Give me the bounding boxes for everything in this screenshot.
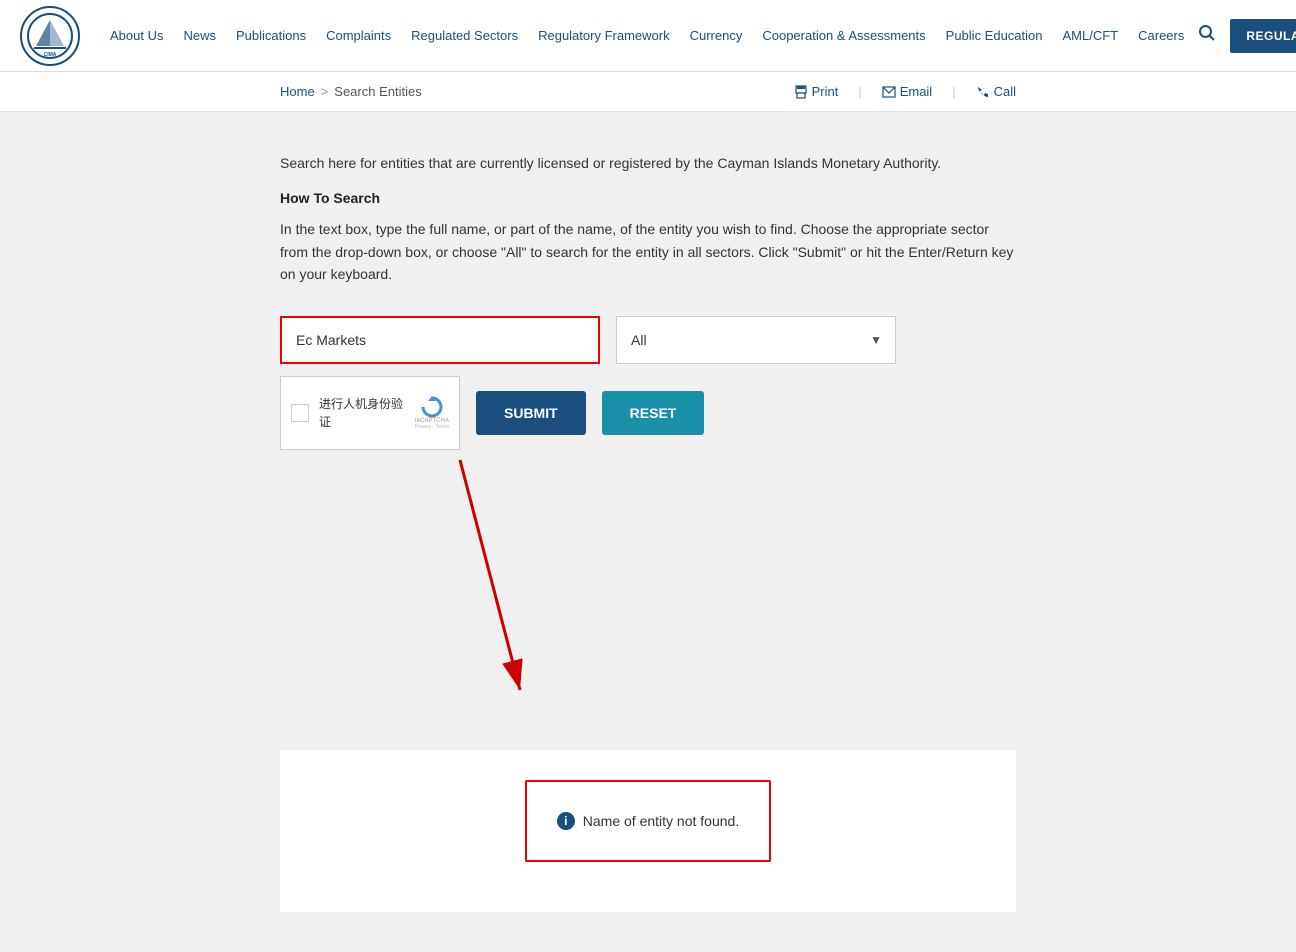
phone-icon [976,85,990,99]
search-input-wrapper [280,316,600,364]
main-content: Search here for entities that are curren… [0,112,1296,750]
red-arrow-svg [400,450,600,710]
breadcrumb: Home > Search Entities [280,84,422,99]
search-icon-button[interactable] [1194,20,1220,51]
breadcrumb-separator: > [321,84,329,99]
nav-publications[interactable]: Publications [226,28,316,43]
captcha-label: 进行人机身份验证 [319,397,403,429]
print-action[interactable]: Print [794,84,839,99]
print-icon [794,85,808,99]
nav-careers[interactable]: Careers [1128,28,1194,43]
captcha-row: 进行人机身份验证 reCAPTCHA Privacy - Terms SUBMI… [280,376,1016,450]
result-box: i Name of entity not found. [525,780,771,862]
nav-amlcft[interactable]: AML/CFT [1053,28,1129,43]
email-action[interactable]: Email [882,84,933,99]
captcha-box[interactable]: 进行人机身份验证 reCAPTCHA Privacy - Terms [280,376,460,450]
breadcrumb-home[interactable]: Home [280,84,315,99]
recaptcha-icon [421,396,443,418]
result-text: Name of entity not found. [583,813,739,829]
intro-text: Search here for entities that are curren… [280,152,1016,174]
captcha-checkbox[interactable] [291,404,309,422]
search-input[interactable] [280,316,600,364]
reset-button[interactable]: RESET [602,391,705,435]
result-message: i Name of entity not found. [557,812,739,830]
nav-complaints[interactable]: Complaints [316,28,401,43]
sector-select-wrapper: All Banking Insurance Investments Fiduci… [616,316,896,364]
instruction-text: In the text box, type the full name, or … [280,218,1016,285]
recaptcha-subtext: Privacy - Terms [415,424,449,430]
svg-text:CIMA: CIMA [44,52,57,58]
result-section: i Name of entity not found. [0,750,1296,952]
breadcrumb-bar: Home > Search Entities Print | Email | [0,72,1296,112]
captcha-logo: reCAPTCHA Privacy - Terms [415,396,449,430]
arrow-annotation [280,450,1016,710]
email-icon [882,86,896,98]
breadcrumb-current: Search Entities [334,84,421,99]
submit-button[interactable]: SUBMIT [476,391,586,435]
site-logo: CIMA [20,6,80,66]
nav-currency[interactable]: Currency [680,28,753,43]
nav-news[interactable]: News [173,28,226,43]
logo-area: CIMA [20,6,80,66]
header-right: REGULATED ENTITIES [1194,19,1296,53]
search-row: All Banking Insurance Investments Fiduci… [280,316,1016,364]
nav-regulated-sectors[interactable]: Regulated Sectors [401,28,528,43]
site-header: CIMA About Us News Publications Complain… [0,0,1296,72]
nav-about-us[interactable]: About Us [100,28,173,43]
main-nav: About Us News Publications Complaints Re… [100,28,1194,43]
call-action[interactable]: Call [976,84,1016,99]
nav-cooperation[interactable]: Cooperation & Assessments [752,28,935,43]
sector-select[interactable]: All Banking Insurance Investments Fiduci… [616,316,896,364]
info-icon: i [557,812,575,830]
result-outer: i Name of entity not found. [280,750,1016,912]
nav-regulatory-framework[interactable]: Regulatory Framework [528,28,680,43]
regulated-entities-button[interactable]: REGULATED ENTITIES [1230,19,1296,53]
search-form: All Banking Insurance Investments Fiduci… [280,316,1016,450]
breadcrumb-actions: Print | Email | Call [794,84,1016,99]
search-icon [1199,25,1215,41]
how-to-title: How To Search [280,190,1016,206]
nav-public-education[interactable]: Public Education [936,28,1053,43]
